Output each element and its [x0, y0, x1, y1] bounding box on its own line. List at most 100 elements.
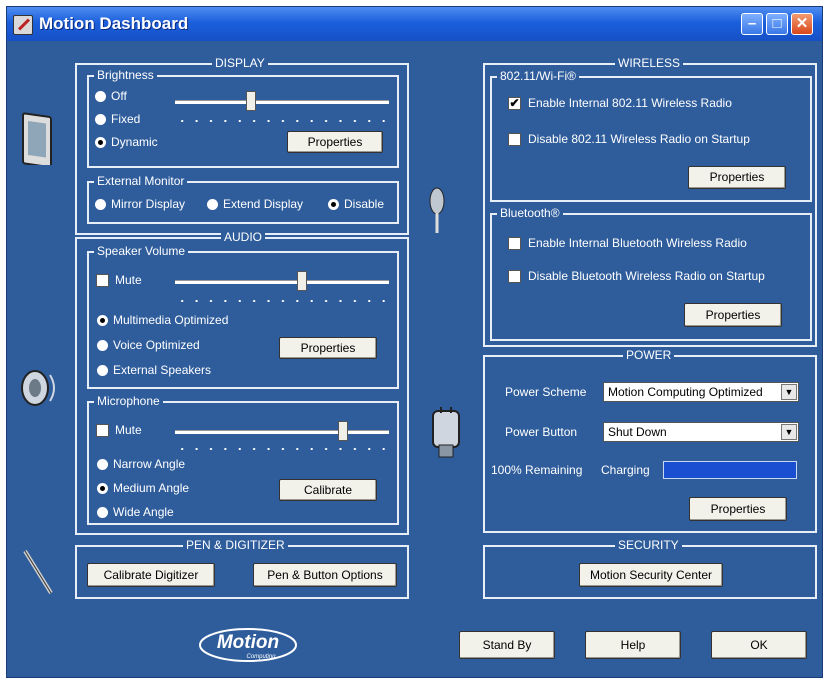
bluetooth-enable-label: Enable Internal Bluetooth Wireless Radio [528, 236, 747, 250]
help-button[interactable]: Help [585, 631, 681, 659]
microphone-calibrate-button[interactable]: Calibrate [279, 479, 377, 501]
microphone-ticks [175, 447, 393, 451]
wireless-title: WIRELESS [615, 56, 684, 71]
mirror-display-radio[interactable] [95, 199, 106, 210]
speaker-slider-thumb[interactable] [297, 271, 308, 291]
brightness-off-label: Off [111, 89, 127, 103]
pen-icon [23, 549, 53, 595]
ok-button[interactable]: OK [711, 631, 807, 659]
chevron-down-icon[interactable]: ▼ [781, 384, 797, 400]
wireless-group: WIRELESS 802.11/Wi-Fi® ✔ Enable Internal… [483, 56, 817, 347]
power-scheme-label: Power Scheme [505, 385, 587, 399]
motion-security-center-button[interactable]: Motion Security Center [579, 563, 723, 587]
multimedia-optimized-label: Multimedia Optimized [113, 313, 229, 327]
wifi-title: 802.11/Wi-Fi® [497, 69, 579, 84]
antenna-icon [429, 187, 445, 233]
voice-optimized-radio[interactable] [97, 340, 108, 351]
app-icon [13, 15, 33, 35]
microphone-slider-track[interactable] [175, 430, 389, 434]
external-monitor-title: External Monitor [94, 174, 188, 189]
battery-progress-bar [663, 461, 797, 479]
pen-digitizer-title: PEN & DIGITIZER [183, 538, 288, 553]
microphone-slider-thumb[interactable] [338, 421, 349, 441]
wifi-enable-checkbox[interactable]: ✔ [508, 97, 521, 110]
microphone-title: Microphone [94, 394, 163, 409]
wide-angle-radio[interactable] [97, 507, 108, 518]
speaker-slider-track[interactable] [175, 280, 389, 284]
brightness-title: Brightness [94, 68, 157, 83]
brightness-fixed-radio[interactable] [95, 114, 106, 125]
security-title: SECURITY [615, 538, 682, 553]
brightness-ticks [175, 119, 393, 123]
bluetooth-properties-button[interactable]: Properties [684, 303, 782, 327]
wifi-disable-startup-label: Disable 802.11 Wireless Radio on Startup [528, 132, 750, 146]
power-scheme-value: Motion Computing Optimized [608, 385, 763, 399]
speaker-icon [21, 370, 55, 406]
wifi-enable-label: Enable Internal 802.11 Wireless Radio [528, 96, 732, 110]
narrow-angle-radio[interactable] [97, 459, 108, 470]
power-properties-button[interactable]: Properties [689, 497, 787, 521]
wifi-properties-button[interactable]: Properties [688, 166, 786, 189]
extend-display-radio[interactable] [207, 199, 218, 210]
external-speakers-label: External Speakers [113, 363, 212, 377]
pen-button-options-button[interactable]: Pen & Button Options [253, 563, 397, 587]
security-group: SECURITY Motion Security Center [483, 538, 817, 599]
disable-display-label: Disable [344, 197, 385, 211]
close-button[interactable]: ✕ [791, 13, 813, 35]
stand-by-button[interactable]: Stand By [459, 631, 555, 659]
brightness-fixed-label: Fixed [111, 112, 141, 126]
microphone-group: Microphone Mute Narrow Angle Medium Angl… [87, 394, 399, 525]
power-title: POWER [623, 348, 675, 363]
minimize-button[interactable]: – [741, 13, 763, 35]
bluetooth-disable-startup-label: Disable Bluetooth Wireless Radio on Star… [528, 269, 765, 283]
audio-title: AUDIO [221, 230, 266, 245]
tablet-icon [22, 112, 52, 165]
speaker-ticks [175, 299, 393, 303]
brightness-group: Brightness Off Fixed Dynamic Properties [87, 68, 399, 168]
calibrate-digitizer-button[interactable]: Calibrate Digitizer [87, 563, 215, 587]
medium-angle-radio[interactable] [97, 483, 108, 494]
motion-logo: Motion Computing [199, 628, 297, 662]
logo-subtext: Computing [246, 654, 276, 660]
wide-angle-label: Wide Angle [113, 505, 174, 519]
window-title: Motion Dashboard [39, 14, 189, 33]
microphone-mute-label: Mute [115, 423, 142, 437]
power-button-select[interactable]: Shut Down ▼ [603, 422, 799, 442]
bluetooth-enable-checkbox[interactable] [508, 237, 521, 250]
speaker-mute-checkbox[interactable] [96, 274, 109, 287]
power-button-value: Shut Down [608, 425, 667, 439]
battery-progress-fill [664, 462, 796, 478]
bluetooth-title: Bluetooth® [497, 206, 563, 221]
chevron-down-icon[interactable]: ▼ [781, 424, 797, 440]
battery-remaining-label: 100% Remaining [491, 463, 583, 477]
disable-display-radio[interactable] [328, 199, 339, 210]
voice-optimized-label: Voice Optimized [113, 338, 200, 352]
brightness-slider-track[interactable] [175, 100, 389, 104]
brightness-properties-button[interactable]: Properties [287, 131, 383, 153]
maximize-button[interactable]: □ [766, 13, 788, 35]
power-scheme-select[interactable]: Motion Computing Optimized ▼ [603, 382, 799, 402]
power-group: POWER Power Scheme Motion Computing Opti… [483, 348, 817, 533]
external-monitor-group: External Monitor Mirror Display Extend D… [87, 174, 399, 224]
speaker-properties-button[interactable]: Properties [279, 337, 377, 359]
brightness-dynamic-label: Dynamic [111, 135, 158, 149]
speaker-volume-title: Speaker Volume [94, 244, 189, 259]
bluetooth-disable-startup-checkbox[interactable] [508, 270, 521, 283]
battery-status-label: Charging [601, 463, 650, 477]
brightness-off-radio[interactable] [95, 91, 106, 102]
title-bar[interactable]: Motion Dashboard – □ ✕ [7, 7, 822, 41]
motion-dashboard-window: Motion Dashboard – □ ✕ DISPLAY Brightnes… [6, 6, 823, 678]
narrow-angle-label: Narrow Angle [113, 457, 186, 471]
multimedia-optimized-radio[interactable] [97, 315, 108, 326]
power-button-label: Power Button [505, 425, 578, 439]
brightness-slider-thumb[interactable] [246, 91, 257, 111]
extend-display-label: Extend Display [223, 197, 304, 211]
pen-digitizer-group: PEN & DIGITIZER Calibrate Digitizer Pen … [75, 538, 409, 599]
mirror-display-label: Mirror Display [111, 197, 186, 211]
power-plug-icon [432, 407, 460, 458]
wifi-disable-startup-checkbox[interactable] [508, 133, 521, 146]
brightness-dynamic-radio[interactable] [95, 137, 106, 148]
microphone-mute-checkbox[interactable] [96, 424, 109, 437]
external-speakers-radio[interactable] [97, 365, 108, 376]
speaker-volume-group: Speaker Volume Mute Multimedia Optimized… [87, 244, 399, 389]
